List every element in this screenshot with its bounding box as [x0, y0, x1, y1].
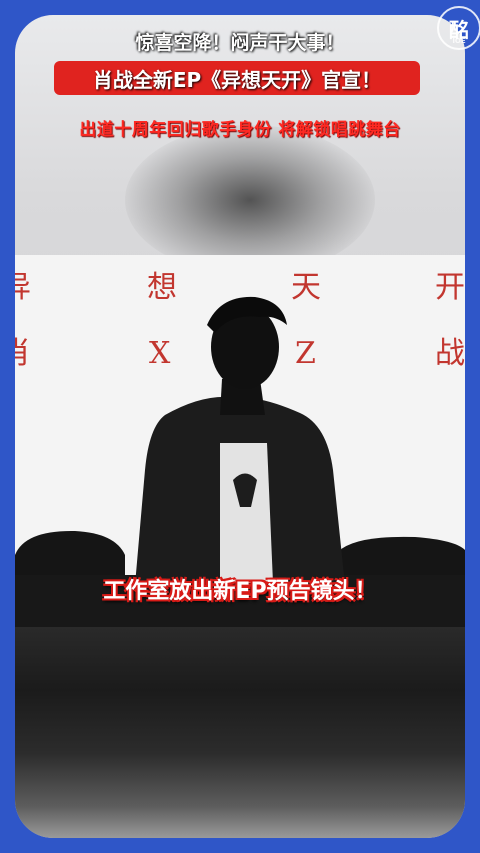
video-subtitle: 工作室放出新EP预告镜头！	[103, 579, 377, 604]
headline-3: 出道十周年回归歌手身份 将解锁唱跳舞台	[79, 120, 401, 140]
headline-2-banner: 肖战全新EP《异想天开》官宣！	[54, 61, 420, 95]
headline-2: 肖战全新EP《异想天开》官宣！	[92, 67, 382, 92]
blurred-background	[125, 125, 375, 275]
headline-1: 惊喜空降！闷声干大事！	[135, 32, 345, 54]
blurred-bottom	[15, 627, 465, 838]
person-silhouette	[15, 296, 465, 627]
video-player[interactable]: 异 想 天 开 肖 X Z 战	[15, 255, 465, 627]
